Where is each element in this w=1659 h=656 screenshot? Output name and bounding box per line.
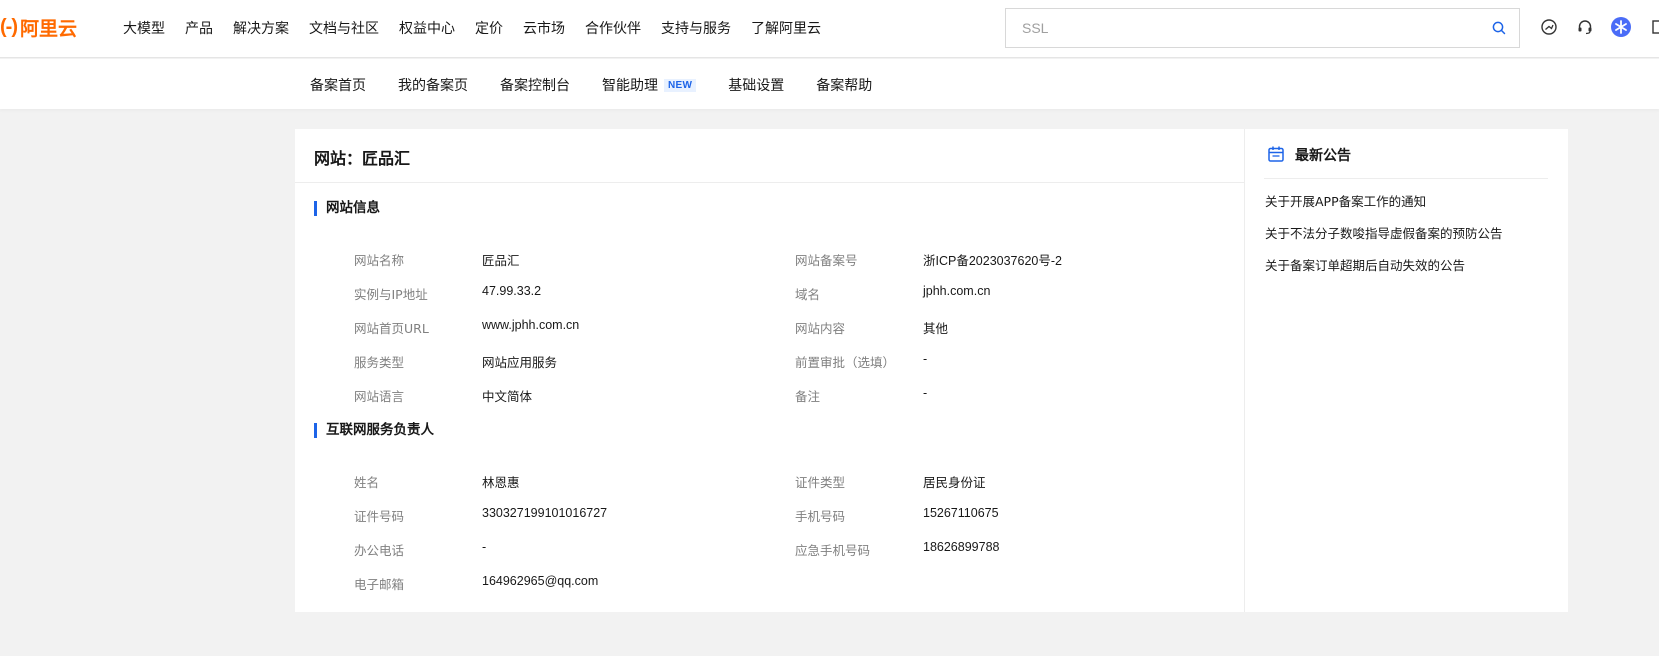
nav-item-about[interactable]: 了解阿里云 (751, 18, 821, 38)
info-row: 实例与IP地址 47.99.33.2 (354, 284, 541, 303)
field-value: 18626899788 (923, 540, 1000, 554)
icp-sub-navigation: 备案首页 我的备案页 备案控制台 智能助理 NEW 基础设置 备案帮助 (0, 59, 1659, 109)
field-label: 网站名称 (354, 253, 405, 268)
subnav-smart-assistant[interactable]: 智能助理 NEW (602, 75, 697, 95)
info-row: 服务类型 网站应用服务 (354, 352, 557, 371)
nav-item-pricing[interactable]: 定价 (475, 18, 503, 38)
info-row: 前置审批（选填） - (795, 352, 927, 371)
announcements-panel: 最新公告 关于开展APP备案工作的通知 关于不法分子数唆指导虚假备案的预防公告 … (1244, 129, 1568, 612)
nav-item-benefits[interactable]: 权益中心 (399, 18, 455, 38)
top-navigation-bar: (-) 阿里云 大模型 产品 解决方案 文档与社区 权益中心 定价 云市场 合作… (0, 0, 1659, 58)
nav-item-solutions[interactable]: 解决方案 (233, 18, 289, 38)
user-avatar-icon[interactable] (1610, 16, 1632, 38)
subnav-icp-home[interactable]: 备案首页 (310, 75, 366, 95)
search-box (1005, 8, 1520, 48)
field-value: jphh.com.cn (923, 284, 991, 298)
new-badge: NEW (664, 78, 697, 92)
info-row: 证件号码 330327199101016727 (354, 506, 607, 525)
dashboard-icon[interactable] (1538, 16, 1560, 38)
search-input[interactable] (1006, 9, 1476, 47)
field-label: 证件号码 (354, 509, 405, 524)
field-label: 电子邮箱 (354, 577, 405, 592)
info-row: 备注 - (795, 386, 927, 405)
info-row: 网站首页URL www.jphh.com.cn (354, 318, 579, 337)
field-label: 域名 (795, 287, 821, 302)
subnav-basic-settings[interactable]: 基础设置 (728, 75, 784, 95)
nav-item-products[interactable]: 产品 (185, 18, 213, 38)
field-value: 网站应用服务 (482, 356, 558, 370)
info-row: 证件类型 居民身份证 (795, 472, 986, 491)
section-heading-site-info: 网站信息 (314, 201, 380, 216)
nav-item-docs-community[interactable]: 文档与社区 (309, 18, 379, 38)
info-row: 网站语言 中文简体 (354, 386, 532, 405)
info-row: 姓名 林恩惠 (354, 472, 520, 491)
announcements-divider (1264, 178, 1548, 179)
title-divider (295, 182, 1244, 183)
search-icon[interactable] (1491, 20, 1507, 36)
field-label: 网站首页URL (354, 321, 429, 336)
logo-bracket: (-) (0, 15, 18, 38)
field-value: 其他 (923, 322, 949, 336)
field-value: www.jphh.com.cn (482, 318, 580, 332)
nav-item-support[interactable]: 支持与服务 (661, 18, 731, 38)
info-row: 域名 jphh.com.cn (795, 284, 990, 303)
field-value: 中文简体 (482, 390, 533, 404)
field-value: 浙ICP备2023037620号-2 (923, 254, 1062, 268)
field-value: - (923, 352, 928, 366)
notice-link[interactable]: 关于开展APP备案工作的通知 (1265, 191, 1426, 210)
info-row: 应急手机号码 18626899788 (795, 540, 999, 559)
main-nav: 大模型 产品 解决方案 文档与社区 权益中心 定价 云市场 合作伙伴 支持与服务… (123, 18, 841, 38)
field-label: 网站语言 (354, 389, 405, 404)
subnav-smart-assistant-label: 智能助理 (602, 78, 658, 94)
field-label: 手机号码 (795, 509, 846, 524)
field-label: 服务类型 (354, 355, 405, 370)
page-title: 网站：匠品汇 (314, 149, 411, 168)
field-label: 应急手机号码 (795, 543, 871, 558)
nav-item-models[interactable]: 大模型 (123, 18, 165, 38)
field-label: 备注 (795, 389, 821, 404)
field-label: 实例与IP地址 (354, 287, 428, 302)
field-value: 47.99.33.2 (482, 284, 542, 298)
field-value: - (923, 386, 928, 400)
field-label: 姓名 (354, 475, 380, 490)
headset-icon[interactable] (1574, 16, 1596, 38)
field-value: 匠品汇 (482, 254, 520, 268)
info-row: 办公电话 - (354, 540, 486, 559)
subnav-filing-console[interactable]: 备案控制台 (500, 75, 570, 95)
field-label: 网站备案号 (795, 253, 858, 268)
announcements-title: 最新公告 (1295, 148, 1351, 164)
header-icon-group (1538, 16, 1659, 38)
field-value: 15267110675 (923, 506, 999, 520)
field-value: 164962965@qq.com (482, 574, 599, 588)
nav-item-partners[interactable]: 合作伙伴 (585, 18, 641, 38)
field-value: - (482, 540, 487, 554)
field-label: 证件类型 (795, 475, 846, 490)
nav-item-marketplace[interactable]: 云市场 (523, 18, 565, 38)
field-value: 林恩惠 (482, 476, 520, 490)
language-icon[interactable] (1646, 16, 1659, 38)
field-value: 330327199101016727 (482, 506, 608, 520)
field-label: 网站内容 (795, 321, 846, 336)
field-label: 前置审批（选填） (795, 355, 896, 370)
aliyun-logo[interactable]: (-) 阿里云 (0, 14, 77, 40)
info-row: 网站备案号 浙ICP备2023037620号-2 (795, 250, 1062, 269)
info-row: 网站名称 匠品汇 (354, 250, 520, 269)
section-heading-service-owner: 互联网服务负责人 (314, 423, 434, 438)
field-value: 居民身份证 (923, 476, 986, 490)
subnav-my-filing[interactable]: 我的备案页 (398, 75, 468, 95)
calendar-icon (1268, 146, 1284, 162)
info-row: 电子邮箱 164962965@qq.com (354, 574, 598, 593)
website-detail-card: 网站：匠品汇 网站信息 网站名称 匠品汇 实例与IP地址 47.99.33.2 网站… (295, 129, 1244, 612)
info-row: 网站内容 其他 (795, 318, 948, 337)
subnav-filing-help[interactable]: 备案帮助 (816, 75, 872, 95)
notice-link[interactable]: 关于备案订单超期后自动失效的公告 (1265, 255, 1465, 274)
logo-text: 阿里云 (19, 17, 77, 40)
field-label: 办公电话 (354, 543, 405, 558)
info-row: 手机号码 15267110675 (795, 506, 999, 525)
notice-link[interactable]: 关于不法分子数唆指导虚假备案的预防公告 (1265, 223, 1503, 242)
